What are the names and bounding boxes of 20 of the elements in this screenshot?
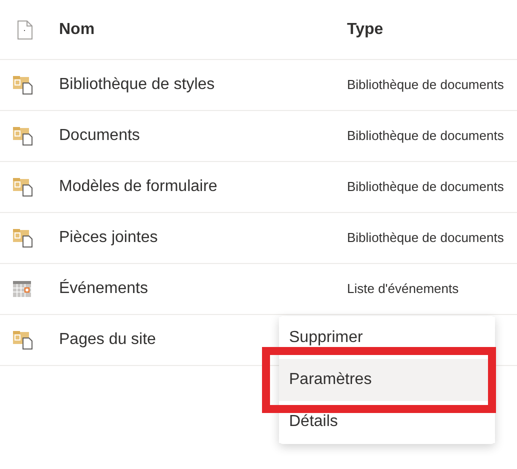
item-type: Bibliothèque de documents <box>347 230 504 245</box>
folder-document-icon <box>12 177 34 197</box>
folder-document-icon <box>12 330 34 350</box>
calendar-icon <box>12 280 32 298</box>
item-type: Bibliothèque de documents <box>347 77 504 92</box>
item-type: Bibliothèque de documents <box>347 128 504 143</box>
item-name[interactable]: Pages du site <box>59 331 156 348</box>
folder-document-icon <box>12 228 34 248</box>
item-name[interactable]: Pièces jointes <box>59 229 158 246</box>
folder-document-icon <box>12 75 34 95</box>
folder-document-icon <box>12 126 34 146</box>
item-type: Liste d'événements <box>347 281 459 296</box>
column-header[interactable]: Type <box>347 20 384 38</box>
item-type: Bibliothèque de documents <box>347 179 504 194</box>
column-header[interactable]: Nom <box>59 20 95 38</box>
item-name[interactable]: Documents <box>59 127 140 144</box>
file-icon <box>17 20 33 40</box>
item-name[interactable]: Modèles de formulaire <box>59 178 218 195</box>
item-name[interactable]: Événements <box>59 280 148 297</box>
item-name[interactable]: Bibliothèque de styles <box>59 76 215 93</box>
